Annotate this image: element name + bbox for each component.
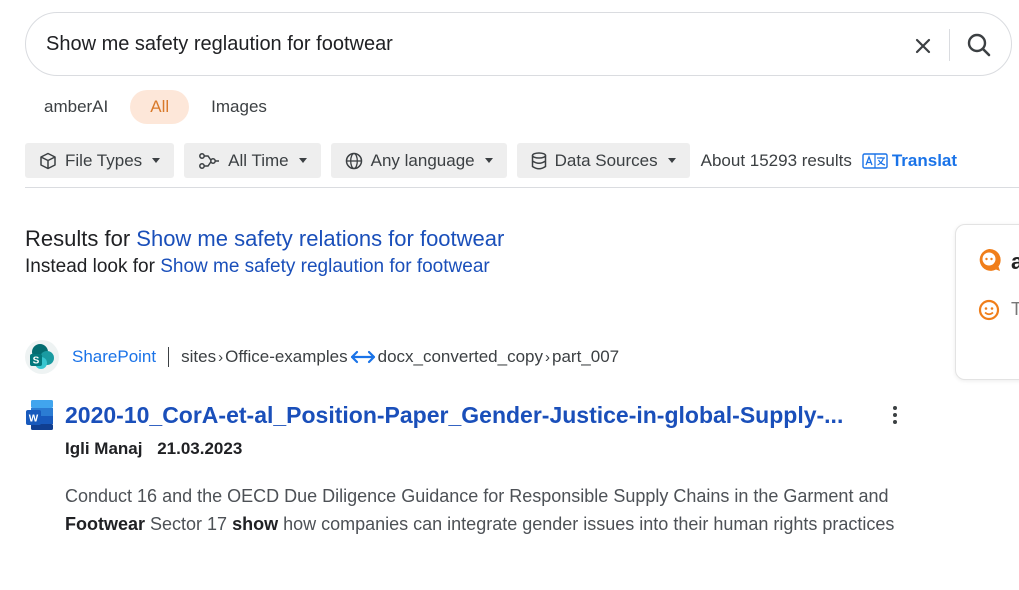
path-segment: sites bbox=[181, 347, 217, 366]
result-snippet: Conduct 16 and the OECD Due Diligence Gu… bbox=[65, 482, 925, 538]
data-sources-filter[interactable]: Data Sources bbox=[516, 143, 690, 178]
amberai-side-card[interactable]: a T bbox=[955, 224, 1019, 380]
clear-search-button[interactable] bbox=[910, 33, 936, 59]
results-count: About 15293 results bbox=[700, 150, 852, 170]
search-input[interactable] bbox=[46, 29, 896, 59]
chevron-right-icon: › bbox=[218, 348, 224, 366]
snippet-text: Sector 17 bbox=[145, 514, 233, 534]
data-sources-label: Data Sources bbox=[554, 150, 658, 170]
translate-icon bbox=[862, 152, 888, 169]
smiley-icon bbox=[978, 299, 1000, 321]
translate-button[interactable]: Translat bbox=[862, 151, 957, 171]
result-source-row: S SharePoint sites › Office-examples doc… bbox=[25, 340, 619, 374]
file-types-label: File Types bbox=[65, 150, 143, 170]
search-icon bbox=[967, 33, 991, 57]
search-tabs: amberAI All Images bbox=[30, 90, 281, 124]
snippet-text: Conduct 16 and the OECD Due Diligence Gu… bbox=[65, 486, 889, 506]
results-for-line: Results for Show me safety relations for… bbox=[25, 226, 504, 252]
original-query-link[interactable]: Show me safety reglaution for footwear bbox=[160, 256, 490, 277]
snippet-highlight: show bbox=[232, 514, 279, 534]
language-label: Any language bbox=[370, 150, 475, 170]
result-date: 21.03.2023 bbox=[157, 439, 243, 458]
svg-text:W: W bbox=[29, 414, 39, 425]
language-filter[interactable]: Any language bbox=[330, 143, 507, 178]
snippet-highlight: Footwear bbox=[65, 514, 146, 534]
all-time-filter[interactable]: All Time bbox=[184, 143, 321, 178]
instead-line: Instead look for Show me safety reglauti… bbox=[25, 256, 504, 278]
tab-images[interactable]: Images bbox=[197, 90, 281, 124]
tab-amberai[interactable]: amberAI bbox=[30, 90, 122, 124]
spelling-correction: Results for Show me safety relations for… bbox=[25, 226, 504, 278]
filter-bar: File Types All Time Any language Data So… bbox=[25, 143, 957, 178]
kebab-dot bbox=[893, 420, 897, 424]
word-document-icon: W bbox=[26, 400, 53, 430]
search-button[interactable] bbox=[963, 29, 995, 61]
cube-icon bbox=[40, 152, 56, 169]
result-meta: Igli Manaj 21.03.2023 bbox=[65, 439, 242, 459]
result-author: Igli Manaj bbox=[65, 439, 143, 458]
side-card-title: a bbox=[1011, 249, 1019, 274]
results-for-prefix: Results for bbox=[25, 226, 131, 251]
search-divider bbox=[949, 29, 950, 61]
result-title-row: W 2020-10_CorA-et-al_Position-Paper_Gend… bbox=[25, 399, 843, 431]
chevron-down-icon bbox=[298, 158, 307, 163]
side-card-subtitle: T bbox=[1011, 299, 1019, 319]
chevron-right-icon: › bbox=[545, 348, 550, 366]
chevron-down-icon bbox=[152, 158, 161, 163]
all-time-label: All Time bbox=[228, 150, 289, 170]
chat-bubble-icon bbox=[979, 248, 1001, 271]
corrected-query-link[interactable]: Show me safety relations for footwear bbox=[136, 226, 504, 251]
instead-prefix: Instead look for bbox=[25, 256, 155, 277]
more-options-button[interactable] bbox=[885, 402, 905, 428]
double-arrow-icon bbox=[350, 349, 376, 365]
tab-all[interactable]: All bbox=[130, 90, 190, 124]
close-icon bbox=[915, 38, 931, 54]
timeline-icon bbox=[199, 152, 220, 169]
sharepoint-icon: S bbox=[25, 340, 59, 374]
search-box bbox=[25, 12, 1012, 76]
chevron-down-icon bbox=[667, 158, 676, 163]
globe-icon bbox=[345, 152, 362, 169]
path-segment: Office-examples bbox=[225, 347, 348, 366]
chevron-down-icon bbox=[484, 158, 493, 163]
path-segment: docx_converted_copy bbox=[377, 347, 543, 366]
svg-text:S: S bbox=[33, 356, 40, 367]
kebab-dot bbox=[893, 413, 897, 417]
result-title-link[interactable]: 2020-10_CorA-et-al_Position-Paper_Gender… bbox=[65, 402, 843, 429]
filter-divider bbox=[25, 187, 1019, 188]
kebab-dot bbox=[893, 406, 897, 410]
file-types-filter[interactable]: File Types bbox=[25, 143, 175, 178]
source-separator bbox=[168, 347, 170, 367]
snippet-text: how companies can integrate gender issue… bbox=[278, 514, 895, 534]
source-name[interactable]: SharePoint bbox=[72, 347, 156, 367]
path-segment: part_007 bbox=[552, 347, 620, 366]
translate-label: Translat bbox=[891, 150, 958, 170]
database-icon bbox=[531, 151, 546, 169]
